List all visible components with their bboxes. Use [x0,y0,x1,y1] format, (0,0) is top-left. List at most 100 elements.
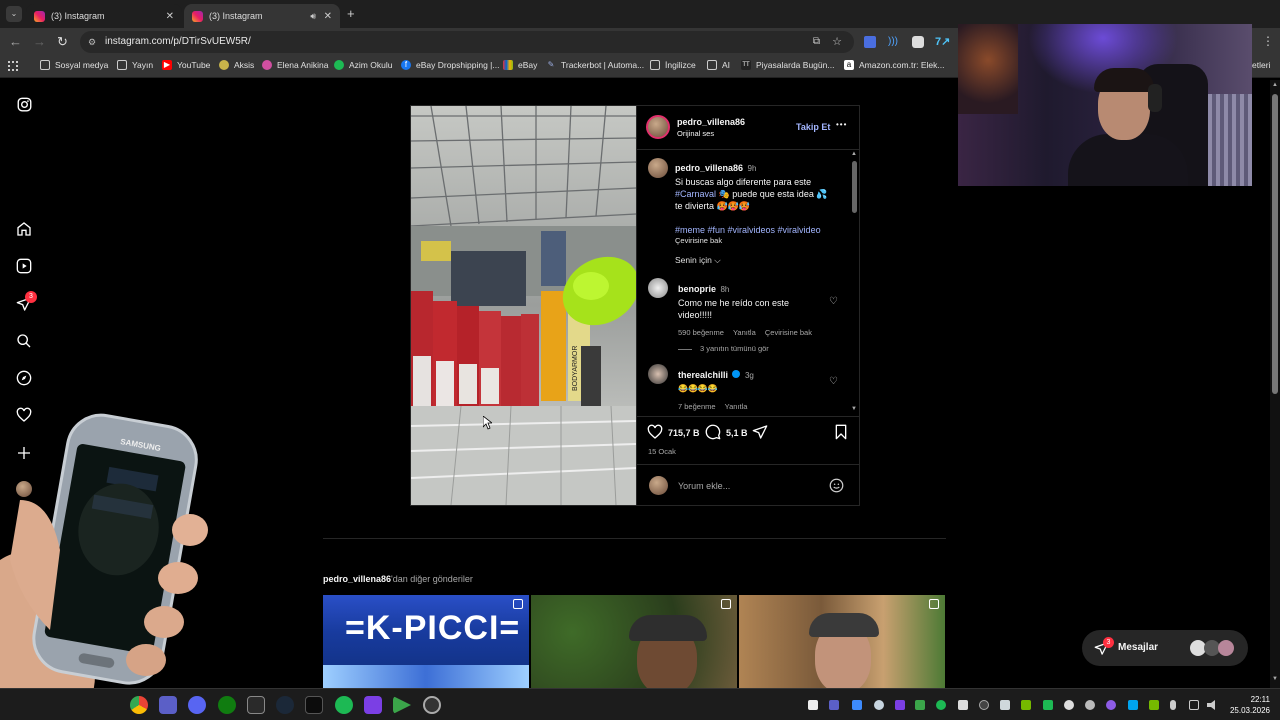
green-app-taskbar-icon[interactable] [393,696,411,714]
chrome-taskbar-icon[interactable] [130,696,148,714]
comment-avatar[interactable] [648,278,668,298]
terminal-taskbar-icon[interactable] [305,696,323,714]
explore-icon[interactable] [15,369,33,387]
browser-menu-icon[interactable]: ⋮ [1262,34,1274,48]
apps-icon[interactable] [8,61,18,71]
comment-avatar[interactable] [648,364,668,384]
tray-gear-icon[interactable] [1085,700,1095,710]
extension-icon[interactable] [912,36,924,48]
close-tab-icon[interactable]: ✕ [324,11,332,22]
scroll-up-arrow-icon[interactable]: ▲ [1272,82,1278,88]
tray-teams-icon[interactable] [829,700,839,710]
caption-hashtags[interactable]: #meme #fun #viralvideos #viralvideo [675,224,845,236]
more-post-thumbnail-1[interactable]: =K-PICCI= [323,595,529,688]
scroll-down-arrow-icon[interactable]: ▼ [851,406,857,412]
tray-play-icon[interactable] [915,700,925,710]
tray-nvidia-icon-2[interactable] [1149,700,1159,710]
comments-count[interactable]: 5,1 B [726,428,748,438]
caption-avatar[interactable] [648,158,668,178]
bookmark-yayin[interactable]: Yayın [117,60,153,70]
instagram-logo-icon[interactable] [15,95,33,113]
comment-username[interactable]: benoprie [678,284,716,294]
more-posts-username[interactable]: pedro_villena86 [323,574,391,584]
new-tab-button[interactable]: + [347,6,355,21]
author-avatar[interactable] [646,115,670,139]
tray-steam-icon[interactable] [874,700,884,710]
volume-icon[interactable] [1207,700,1215,710]
tab-instagram-1[interactable]: (3) Instagram ✕ [26,4,182,28]
microphone-icon[interactable] [1170,700,1176,710]
tray-settings-icon[interactable] [1064,700,1074,710]
tray-spotify-icon[interactable] [936,700,946,710]
caption-username[interactable]: pedro_villena86 [675,163,743,173]
close-tab-icon[interactable]: ✕ [166,11,174,22]
comment-reply-link[interactable]: Yanıtla [733,328,756,337]
grid-app-taskbar-icon[interactable] [364,696,382,714]
bookmark-sosyal-medya[interactable]: Sosyal medya [40,60,108,70]
audio-label[interactable]: Orijinal ses [677,129,714,138]
tray-cloud-icon[interactable] [1000,700,1010,710]
address-bar[interactable]: ⚙︎ instagram.com/p/DTirSvUEW5R/ ⧉ ☆ [80,31,854,53]
comment-like-count[interactable]: 590 beğenme [678,328,724,337]
more-options-icon[interactable]: ••• [836,120,847,129]
tray-arrow-icon[interactable] [958,700,968,710]
scroll-down-arrow-icon[interactable]: ▼ [1272,676,1278,682]
comment-input[interactable]: Yorum ekle... [678,481,823,491]
more-post-thumbnail-2[interactable] [531,595,737,688]
comment-button[interactable] [705,424,721,445]
network-icon[interactable] [1189,700,1199,710]
likes-count[interactable]: 715,7 B [668,428,700,438]
search-icon[interactable] [15,332,33,350]
bookmark-ebay-dropshipping[interactable]: f eBay Dropshipping |... [401,60,499,70]
site-info-icon[interactable]: ⚙︎ [88,31,96,53]
tab-instagram-2[interactable]: (3) Instagram 🔊︎ ✕ [184,4,340,28]
xbox-taskbar-icon[interactable] [218,696,236,714]
home-icon[interactable] [15,220,33,238]
direct-messages-icon[interactable]: 3 [15,291,37,313]
author-username[interactable]: pedro_villena86 [677,117,745,127]
steam-taskbar-icon[interactable] [276,696,294,714]
for-you-toggle[interactable]: Senin için ⌵ [675,255,721,266]
more-post-thumbnail-3[interactable] [739,595,945,688]
scroll-up-arrow-icon[interactable]: ▲ [851,151,857,157]
comments-scroll-area[interactable]: pedro_villena86 9h Si buscas algo difere… [637,150,860,416]
obs-taskbar-icon[interactable] [423,696,441,714]
bookmark-amazon[interactable]: a Amazon.com.tr: Elek... [844,60,945,70]
tray-obs-icon[interactable] [979,700,989,710]
comment-like-heart-icon[interactable]: ♡ [829,296,838,307]
back-icon[interactable]: ← [9,34,22,49]
bookmark-trackerbot[interactable]: ✎ Trackerbot | Automa... [546,60,645,70]
page-scrollbar-thumb[interactable] [1272,94,1278,394]
forward-icon[interactable]: → [33,34,46,49]
bookmark-piyasalarda[interactable]: TT Piyasalarda Bugün... [741,60,834,70]
view-replies-link[interactable]: 3 yanıtın tümünü gör [678,344,769,353]
bookmark-ingilizce[interactable]: İngilizce [650,60,696,70]
teams-taskbar-icon[interactable] [159,696,177,714]
reels-icon[interactable] [15,257,33,275]
tray-app-icon[interactable] [852,700,862,710]
bookmark-azim-okulu[interactable]: Azim Okulu [334,60,392,70]
comment-username[interactable]: therealchilli [678,370,728,380]
scrollbar-thumb[interactable] [852,161,857,213]
comment-like-count[interactable]: 7 beğenme [678,402,716,411]
caption-translate-link[interactable]: Çevirisine bak [675,236,845,245]
audio-playing-icon[interactable]: 🔊︎ [310,11,316,22]
hashtag-carnaval[interactable]: #Carnaval [675,189,716,199]
follow-button[interactable]: Takip Et [796,122,830,132]
bookmark-aksis[interactable]: Aksis [219,60,254,70]
comment-translate-link[interactable]: Çevirisine bak [765,328,812,337]
bookmark-ebay[interactable]: eBay [503,60,537,70]
comments-scrollbar[interactable]: ▲ ▼ [850,151,859,413]
tray-purple-icon[interactable] [1106,700,1116,710]
install-app-icon[interactable]: ⧉ [813,31,820,53]
tray-discord-icon[interactable] [808,700,818,710]
emoji-picker-icon[interactable] [829,478,844,498]
audio-extension-icon[interactable]: ))) [888,36,900,48]
share-button[interactable] [752,424,768,445]
epic-games-taskbar-icon[interactable] [247,696,265,714]
bookmark-youtube[interactable]: ▶ YouTube [162,60,210,70]
translate-extension-icon[interactable] [864,36,876,48]
discord-taskbar-icon[interactable] [188,696,206,714]
bookmark-star-icon[interactable]: ☆ [832,31,842,53]
bookmark-more[interactable]: etleri [1252,60,1270,70]
